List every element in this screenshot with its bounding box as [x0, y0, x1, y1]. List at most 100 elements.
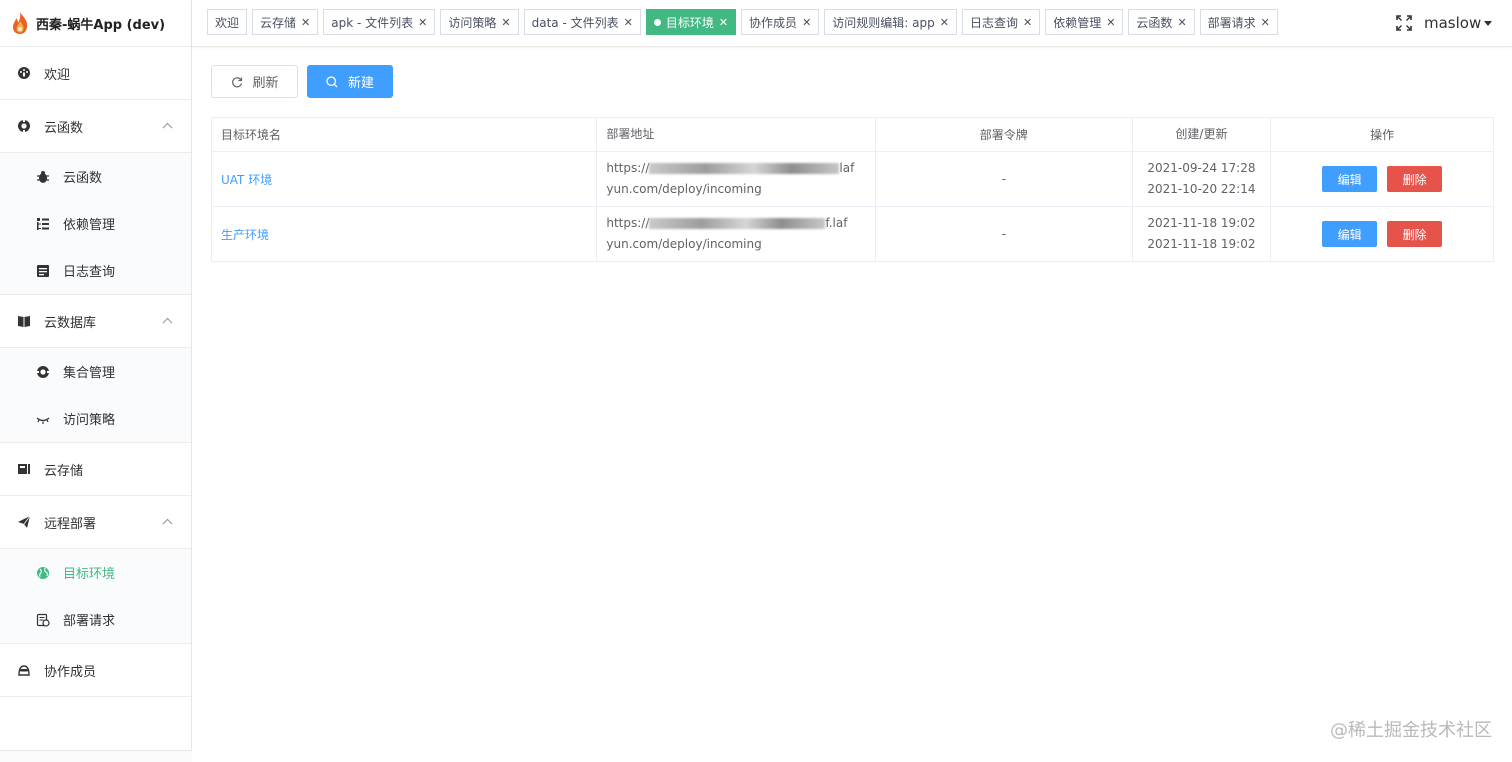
url-line-2: yun.com/deploy/incoming [606, 182, 762, 196]
sidebar-item-label: 访问策略 [63, 413, 116, 428]
close-icon[interactable]: ✕ [501, 16, 510, 29]
deploy-url-cell: https:// f.laf yun.com/deploy/incoming [597, 207, 876, 261]
sidebar-item-label: 日志查询 [63, 265, 116, 280]
timestamps-cell: 2021-09-24 17:28 2021-10-20 22:14 [1133, 152, 1272, 206]
tab-storage[interactable]: 云存储 ✕ [252, 9, 319, 35]
watermark: @稀土掘金技术社区 [1330, 720, 1492, 741]
close-icon[interactable]: ✕ [1177, 16, 1186, 29]
close-icon[interactable]: ✕ [301, 16, 310, 29]
close-icon[interactable]: ✕ [418, 16, 427, 29]
tab-label: 访问策略 [448, 15, 497, 30]
search-icon [326, 75, 339, 88]
tab-label: 部署请求 [1207, 15, 1256, 30]
storage-icon [16, 461, 32, 477]
created-time: 2021-09-24 17:28 [1147, 161, 1256, 175]
refresh-icon [230, 75, 243, 88]
close-icon[interactable]: ✕ [1106, 16, 1115, 29]
caret-down-icon [1484, 20, 1493, 26]
user-menu[interactable]: maslow [1424, 14, 1493, 32]
sidebar-item-welcome[interactable]: 欢迎 [0, 47, 191, 100]
sidebar-item-collections[interactable]: 集合管理 [0, 348, 191, 395]
tab-access-policy[interactable]: 访问策略 ✕ [440, 9, 519, 35]
sidebar-item-label: 集合管理 [63, 366, 116, 381]
column-header: 部署地址 [597, 118, 876, 151]
tab-label: 目标环境 [665, 15, 714, 30]
sidebar-group-cloud-function[interactable]: 云函数 [0, 100, 191, 153]
fullscreen-icon[interactable] [1396, 15, 1412, 31]
dashboard-icon [16, 65, 32, 81]
tab-target-env[interactable]: 目标环境 ✕ [645, 9, 737, 35]
tab-data-files[interactable]: data - 文件列表 ✕ [523, 9, 641, 35]
tab-label: 云存储 [260, 15, 297, 30]
tab-label: 日志查询 [969, 15, 1018, 30]
members-icon [16, 662, 32, 678]
sidebar-item-label: 协作成员 [44, 664, 97, 680]
refresh-button[interactable]: 刷新 [211, 65, 298, 98]
collection-icon [35, 364, 51, 380]
close-icon[interactable]: ✕ [719, 16, 728, 29]
delete-button[interactable]: 删除 [1387, 166, 1443, 192]
sidebar-scrollbar[interactable] [0, 750, 192, 762]
sidebar-item-functions[interactable]: 云函数 [0, 153, 191, 200]
sidebar-item-label: 部署请求 [63, 614, 116, 629]
token-cell: - [876, 207, 1133, 261]
column-header: 目标环境名 [212, 118, 598, 151]
sidebar-item-label: 云函数 [63, 171, 103, 186]
deploy-url-cell: https:// laf yun.com/deploy/incoming [597, 152, 876, 206]
app-logo-bar: 西秦-蜗牛App (dev) [0, 0, 191, 47]
paper-plane-icon [16, 514, 32, 530]
sidebar-group-database[interactable]: 云数据库 [0, 295, 191, 348]
delete-button[interactable]: 删除 [1387, 221, 1443, 247]
bug-icon [35, 169, 51, 185]
sidebar-item-deploy-requests[interactable]: 部署请求 [0, 596, 191, 643]
chevron-up-icon [162, 518, 173, 529]
tab-label: data - 文件列表 [531, 15, 619, 30]
redacted-url-segment [649, 218, 826, 229]
tab-functions[interactable]: 云函数 ✕ [1128, 9, 1195, 35]
updated-time: 2021-10-20 22:14 [1147, 182, 1256, 196]
tab-label: 协作成员 [749, 15, 798, 30]
deploy-request-icon [35, 612, 51, 628]
env-name-cell: UAT 环境 [212, 152, 598, 206]
tab-welcome[interactable]: 欢迎 [207, 9, 248, 35]
tree-list-icon [35, 216, 51, 232]
close-icon[interactable]: ✕ [1023, 16, 1032, 29]
sidebar-item-label: 云函数 [44, 120, 84, 136]
new-button[interactable]: 新建 [307, 65, 393, 98]
edit-button[interactable]: 编辑 [1322, 221, 1378, 247]
close-icon[interactable]: ✕ [1261, 16, 1270, 29]
tags-view-bar: 欢迎 云存储 ✕ apk - 文件列表 ✕ 访问策略 ✕ data - 文件列表 ✕ 目… [192, 0, 1512, 47]
tab-dependencies[interactable]: 依赖管理 ✕ [1045, 9, 1124, 35]
sidebar-item-logs[interactable]: 日志查询 [0, 247, 191, 294]
sidebar-item-members[interactable]: 协作成员 [0, 644, 191, 697]
sidebar-item-dependencies[interactable]: 依赖管理 [0, 200, 191, 247]
created-time: 2021-11-18 19:02 [1147, 216, 1256, 230]
function-icon [16, 118, 32, 134]
sidebar-item-target-env[interactable]: 目标环境 [0, 549, 191, 596]
tab-label: apk - 文件列表 [331, 15, 414, 30]
globe-icon [35, 565, 51, 581]
tab-members[interactable]: 协作成员 ✕ [741, 9, 820, 35]
tab-label: 欢迎 [215, 15, 240, 30]
env-name-link[interactable]: 生产环境 [221, 226, 269, 243]
tab-apk-files[interactable]: apk - 文件列表 ✕ [323, 9, 436, 35]
env-name-link[interactable]: UAT 环境 [221, 171, 272, 188]
column-header: 创建/更新 [1133, 118, 1272, 151]
sidebar: 西秦-蜗牛App (dev) 欢迎 云函数 云函数 依赖管理 日志查询 云数据库… [0, 0, 192, 762]
env-name-cell: 生产环境 [212, 207, 598, 261]
tab-deploy-requests[interactable]: 部署请求 ✕ [1199, 9, 1278, 35]
url-line: https:// f.laf [606, 213, 847, 234]
tab-logs[interactable]: 日志查询 ✕ [961, 9, 1041, 35]
close-icon[interactable]: ✕ [624, 16, 633, 29]
tab-access-rule-edit[interactable]: 访问规则编辑: app ✕ [824, 9, 957, 35]
sidebar-item-storage[interactable]: 云存储 [0, 443, 191, 496]
close-icon[interactable]: ✕ [940, 16, 949, 29]
edit-button[interactable]: 编辑 [1322, 166, 1378, 192]
sidebar-item-label: 云数据库 [44, 315, 97, 331]
sidebar-item-label: 云存储 [44, 463, 84, 479]
sidebar-item-access-policy[interactable]: 访问策略 [0, 395, 191, 442]
sidebar-group-remote-deploy[interactable]: 远程部署 [0, 496, 191, 549]
active-dot-icon [653, 18, 661, 26]
redacted-url-segment [649, 163, 840, 174]
close-icon[interactable]: ✕ [802, 16, 811, 29]
